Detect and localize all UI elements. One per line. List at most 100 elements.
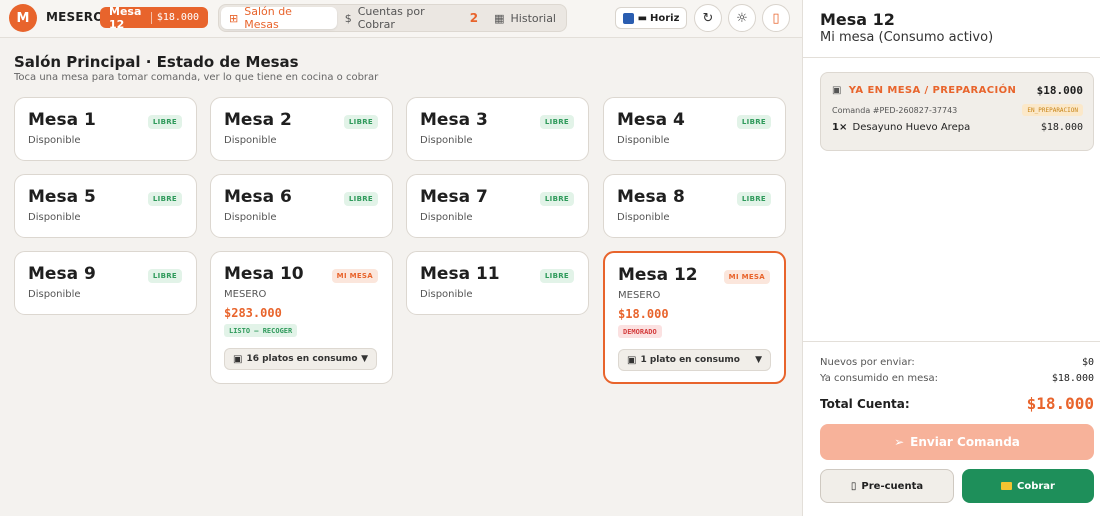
table-status: Disponible xyxy=(617,212,670,223)
grid-icon: ⊞ xyxy=(229,11,239,25)
consumed-label: Ya consumido en mesa: xyxy=(820,373,938,384)
layout-toggle-button[interactable]: ▬ Horiz xyxy=(615,7,687,29)
pre-bill-label: Pre-cuenta xyxy=(861,480,924,492)
item-quantity: 1× xyxy=(832,122,848,133)
table-status: Disponible xyxy=(617,135,670,146)
status-badge: MI MESA xyxy=(723,270,770,284)
table-card-8[interactable]: Mesa 8 LIBRE Disponible xyxy=(603,174,786,238)
dish-icon: ▣ xyxy=(832,85,842,96)
send-order-button[interactable]: ➢ Enviar Comanda xyxy=(820,424,1094,460)
send-icon: ➢ xyxy=(894,435,905,449)
layout-square-icon xyxy=(622,12,634,24)
order-section-label: YA EN MESA / PREPARACIÓN xyxy=(848,85,1017,96)
item-amount: $18.000 xyxy=(1040,122,1083,133)
pre-bill-button[interactable]: ▯ Pre-cuenta xyxy=(820,469,954,503)
pill-divider xyxy=(151,11,152,24)
status-badge: LIBRE xyxy=(736,192,771,206)
status-badge: LIBRE xyxy=(147,269,182,283)
table-name: Mesa 4 xyxy=(617,110,685,130)
table-card-4[interactable]: Mesa 4 LIBRE Disponible xyxy=(603,97,786,161)
table-waiter: MESERO xyxy=(224,289,267,300)
table-name: Mesa 1 xyxy=(28,110,96,130)
new-items-label: Nuevos por enviar: xyxy=(820,357,915,368)
order-total: $18.000 xyxy=(1036,84,1083,97)
table-name: Mesa 2 xyxy=(224,110,292,130)
table-card-12[interactable]: Mesa 12 MI MESA MESERO $18.000 DEMORADO … xyxy=(603,251,786,384)
table-name: Mesa 11 xyxy=(420,264,500,284)
calendar-icon: ▦ xyxy=(494,11,505,25)
current-table-pill[interactable]: Mesa 12 $18.000 xyxy=(100,5,208,31)
main-area: Salón Principal · Estado de Mesas Toca u… xyxy=(0,39,802,516)
new-items-value: $0 xyxy=(1081,357,1094,368)
order-state-badge: EN_PREPARACION xyxy=(1022,104,1083,116)
side-panel-subtitle: Mi mesa (Consumo activo) xyxy=(820,30,994,45)
dollar-icon: $ xyxy=(344,11,352,25)
dishes-dropdown[interactable]: ▣ 1 plato en consumo ▼ xyxy=(618,349,771,371)
table-status: Disponible xyxy=(224,212,277,223)
cash-icon xyxy=(1001,482,1012,490)
table-status: Disponible xyxy=(224,135,277,146)
dish-icon: ▣ xyxy=(627,354,637,366)
tab-salon-de-mesas[interactable]: ⊞ Salón de Mesas xyxy=(221,5,337,31)
table-card-2[interactable]: Mesa 2 LIBRE Disponible xyxy=(210,97,393,161)
page-title: Salón Principal · Estado de Mesas xyxy=(14,53,299,71)
user-avatar[interactable]: M xyxy=(9,4,37,32)
active-order-card[interactable]: ▣ YA EN MESA / PREPARACIÓN $18.000 Coman… xyxy=(820,72,1094,151)
tab-cuentas-por-cobrar[interactable]: $ Cuentas por Cobrar 2 xyxy=(337,5,486,31)
nav-tabs: ⊞ Salón de Mesas $ Cuentas por Cobrar 2 … xyxy=(218,4,567,32)
theme-toggle-button[interactable]: ☼ xyxy=(728,4,756,32)
table-name: Mesa 9 xyxy=(28,264,96,284)
sun-icon: ☼ xyxy=(736,10,748,26)
side-panel-header: Mesa 12 Mi mesa (Consumo activo) xyxy=(803,0,1100,58)
table-card-1[interactable]: Mesa 1 LIBRE Disponible xyxy=(14,97,197,161)
current-table-amount: $18.000 xyxy=(156,12,199,23)
charge-button[interactable]: Cobrar xyxy=(962,469,1094,503)
mobile-view-button[interactable]: ▯ xyxy=(762,4,790,32)
receipt-icon: ▯ xyxy=(850,480,857,492)
table-card-5[interactable]: Mesa 5 LIBRE Disponible xyxy=(14,174,197,238)
table-name: Mesa 6 xyxy=(224,187,292,207)
table-status: Disponible xyxy=(28,212,81,223)
table-status: Disponible xyxy=(420,212,473,223)
table-card-10[interactable]: Mesa 10 MI MESA MESERO $283.000 LISTO — … xyxy=(210,251,393,384)
brand-label: MESERO xyxy=(46,10,104,24)
tab-historial[interactable]: ▦ Historial xyxy=(486,7,564,29)
table-card-6[interactable]: Mesa 6 LIBRE Disponible xyxy=(210,174,393,238)
dishes-label: 1 plato en consumo xyxy=(640,355,740,365)
table-card-3[interactable]: Mesa 3 LIBRE Disponible xyxy=(406,97,589,161)
status-badge: LIBRE xyxy=(539,192,574,206)
status-badge: LIBRE xyxy=(343,115,378,129)
table-name: Mesa 8 xyxy=(617,187,685,207)
status-badge: LIBRE xyxy=(736,115,771,129)
send-order-label: Enviar Comanda xyxy=(910,435,1020,449)
table-name: Mesa 3 xyxy=(420,110,488,130)
table-amount: $18.000 xyxy=(618,307,669,321)
phone-icon: ▯ xyxy=(772,10,780,26)
page-subtitle: Toca una mesa para tomar comanda, ver lo… xyxy=(14,72,379,83)
table-card-7[interactable]: Mesa 7 LIBRE Disponible xyxy=(406,174,589,238)
consumed-value: $18.000 xyxy=(1051,373,1094,384)
table-card-11[interactable]: Mesa 11 LIBRE Disponible xyxy=(406,251,589,315)
table-status: Disponible xyxy=(420,289,473,300)
table-status: Disponible xyxy=(28,135,81,146)
table-status: Disponible xyxy=(28,289,81,300)
refresh-icon: ↻ xyxy=(702,10,714,26)
consumed-row: Ya consumido en mesa: $18.000 xyxy=(820,373,1094,384)
tab-label: Historial xyxy=(510,11,556,25)
order-side-panel: Mesa 12 Mi mesa (Consumo activo) ▣ YA EN… xyxy=(802,0,1100,516)
item-name: Desayuno Huevo Arepa xyxy=(852,122,971,133)
status-badge: LIBRE xyxy=(539,269,574,283)
total-label: Total Cuenta: xyxy=(820,397,910,411)
total-value: $18.000 xyxy=(1026,394,1094,413)
tab-label: Cuentas por Cobrar xyxy=(357,5,425,31)
monitor-icon: ▬ xyxy=(637,12,648,24)
tab-label: Salón de Mesas xyxy=(244,5,292,31)
table-card-9[interactable]: Mesa 9 LIBRE Disponible xyxy=(14,251,197,315)
table-waiter: MESERO xyxy=(618,290,661,301)
status-badge: LIBRE xyxy=(147,192,182,206)
status-badge: LIBRE xyxy=(343,192,378,206)
refresh-button[interactable]: ↻ xyxy=(694,4,722,32)
chevron-down-icon: ▼ xyxy=(361,354,368,364)
side-panel-title: Mesa 12 xyxy=(820,10,895,29)
dishes-dropdown[interactable]: ▣ 16 platos en consumo ▼ xyxy=(224,348,377,370)
